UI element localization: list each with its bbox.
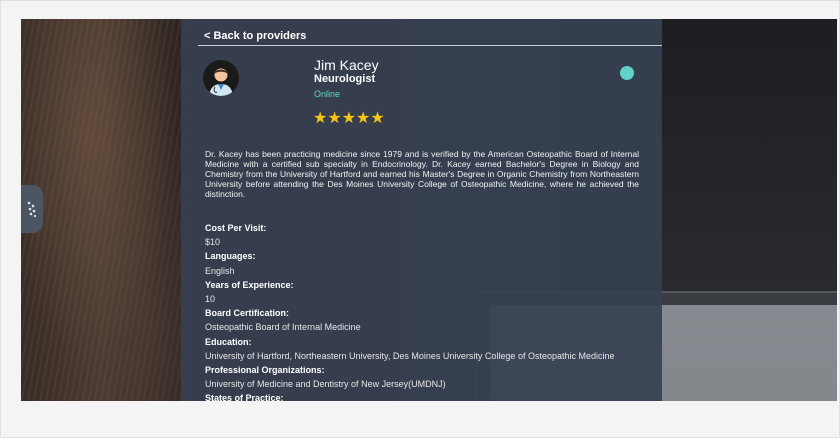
provider-details-panel: < Back to providers Jim Kacey Neurologis…: [181, 19, 662, 401]
detail-label: Professional Organizations:: [205, 365, 325, 376]
rating-stars: ★★★★★: [313, 110, 385, 127]
side-drawer-toggle[interactable]: [21, 185, 43, 233]
detail-label: Board Certification:: [205, 308, 290, 319]
detail-label: Cost Per Visit:: [205, 223, 267, 233]
online-status-indicator: [620, 66, 634, 80]
detail-value: 10: [205, 294, 216, 305]
detail-label: Years of Experience:: [205, 279, 294, 290]
provider-name: Jim Kacey: [314, 57, 379, 73]
back-to-providers-link[interactable]: < Back to providers: [204, 30, 306, 42]
header-divider: [198, 45, 662, 46]
detail-value: English: [205, 265, 235, 276]
detail-value: Osteopathic Board of Internal Medicine: [205, 322, 361, 333]
background-hair: [21, 19, 191, 401]
sparkle-icon: [27, 201, 37, 218]
detail-label: States of Practice:: [205, 393, 284, 401]
provider-bio: Dr. Kacey has been practicing medicine s…: [205, 149, 639, 199]
provider-specialty: Neurologist: [314, 73, 376, 85]
detail-label: Education:: [205, 336, 252, 347]
provider-details-list: Cost Per Visit: $10 Languages: English Y…: [205, 221, 645, 401]
detail-value: University of Hartford, Northeastern Uni…: [205, 350, 615, 361]
detail-value: $10: [205, 237, 221, 248]
provider-status: Online: [314, 89, 341, 99]
detail-label: Languages:: [205, 251, 256, 262]
doctor-avatar-icon: [203, 60, 239, 96]
detail-value: University of Medicine and Dentistry of …: [205, 379, 446, 390]
